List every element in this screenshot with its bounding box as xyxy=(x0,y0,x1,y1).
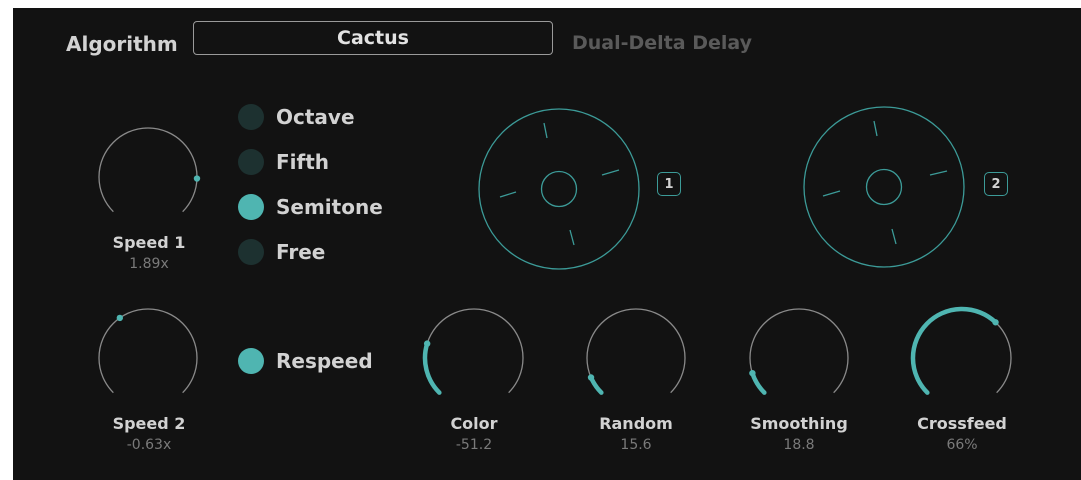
crossfeed-value: 66% xyxy=(946,437,978,453)
knob-handle xyxy=(423,340,431,347)
knob-handle xyxy=(587,374,595,381)
interval-option-label: Semitone xyxy=(276,195,383,219)
random-knob[interactable] xyxy=(586,308,686,408)
xy-pad-2[interactable] xyxy=(803,106,965,268)
pad-2-badge[interactable]: 2 xyxy=(984,172,1008,196)
knob-handle xyxy=(749,369,756,377)
crossfeed-knob[interactable] xyxy=(910,306,1012,408)
random-label: Random xyxy=(599,414,673,433)
smoothing-knob[interactable] xyxy=(749,308,849,408)
knob-handle xyxy=(992,319,999,326)
knob-track xyxy=(98,308,198,394)
color-knob[interactable] xyxy=(422,308,524,408)
knob-track xyxy=(586,308,686,394)
toggle-indicator xyxy=(238,348,264,374)
algorithm-dropdown-value: Cactus xyxy=(337,27,409,49)
radio-indicator xyxy=(238,149,264,175)
knob-value-arc xyxy=(750,370,767,395)
pad-2-number: 2 xyxy=(991,176,1001,192)
knob-handle xyxy=(116,314,124,322)
knob-value-arc xyxy=(910,306,998,395)
radio-indicator xyxy=(238,104,264,130)
xy-pad-1[interactable] xyxy=(478,108,640,270)
speed-2-knob[interactable] xyxy=(98,308,198,408)
random-value: 15.6 xyxy=(620,437,652,453)
knob-track xyxy=(424,308,524,394)
respeed-toggle[interactable]: Respeed xyxy=(238,348,373,374)
pad-1-number: 1 xyxy=(664,176,674,192)
interval-option-fifth[interactable]: Fifth xyxy=(238,149,329,175)
knob-value-arc xyxy=(422,341,442,395)
radio-indicator xyxy=(238,194,264,220)
interval-option-semitone[interactable]: Semitone xyxy=(238,194,383,220)
crossfeed-label: Crossfeed xyxy=(917,414,1007,433)
smoothing-label: Smoothing xyxy=(750,414,848,433)
speed-1-value: 1.89x xyxy=(129,256,169,272)
pad-1-badge[interactable]: 1 xyxy=(657,172,681,196)
speed-2-value: -0.63x xyxy=(126,437,172,453)
interval-option-octave[interactable]: Octave xyxy=(238,104,355,130)
interval-option-label: Octave xyxy=(276,105,355,129)
speed-1-label: Speed 1 xyxy=(112,233,186,252)
color-value: -51.2 xyxy=(455,437,493,453)
interval-option-label: Fifth xyxy=(276,150,330,174)
knob-track xyxy=(98,127,198,213)
radio-indicator xyxy=(238,239,264,265)
speed-1-knob[interactable] xyxy=(98,127,201,227)
smoothing-value: 18.8 xyxy=(783,437,815,453)
color-label: Color xyxy=(450,414,498,433)
knob-track xyxy=(749,308,849,394)
interval-option-label: Free xyxy=(276,240,326,264)
knob-handle xyxy=(193,175,201,182)
algorithm-label: Algorithm xyxy=(66,32,178,56)
speed-2-label: Speed 2 xyxy=(112,414,186,433)
algorithm-dropdown[interactable]: Cactus xyxy=(193,21,553,55)
algorithm-description: Dual-Delta Delay xyxy=(572,32,752,54)
interval-option-free[interactable]: Free xyxy=(238,239,325,265)
respeed-label: Respeed xyxy=(276,349,373,373)
